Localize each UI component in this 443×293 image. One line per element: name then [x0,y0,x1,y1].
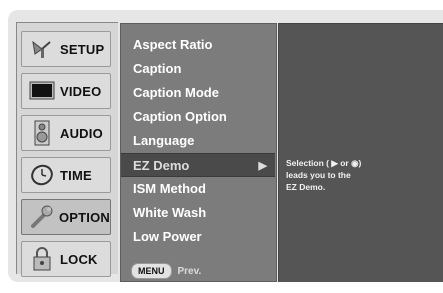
submenu-item-white-wash[interactable]: White Wash [121,201,276,225]
info-line-1: Selection ( ▶ or ◉) [286,158,362,168]
submenu-label: Low Power [133,229,202,244]
prev-label: Prev. [177,265,202,277]
arrow-right-icon: ▶ [258,160,267,172]
main-item-label: SETUP [60,41,105,57]
main-item-setup[interactable]: SETUP [21,31,111,67]
info-text: Selection ( ▶ or ◉) leads you to the EZ … [286,157,436,193]
submenu-item-ism-method[interactable]: ISM Method [121,177,276,201]
main-item-label: LOCK [60,251,98,267]
submenu-label: Caption Option [133,109,227,124]
antenna-icon [28,37,56,61]
main-item-option[interactable]: OPTION [21,199,111,235]
menu-key-button[interactable]: MENU [131,263,172,279]
submenu-panel: Aspect Ratio Caption Caption Mode Captio… [120,23,277,282]
submenu-label: Language [133,133,195,148]
main-item-label: TIME [60,167,92,183]
info-line-3: EZ Demo. [286,182,326,192]
info-line-2: leads you to the [286,170,351,180]
submenu-item-low-power[interactable]: Low Power [121,225,276,249]
submenu-item-aspect-ratio[interactable]: Aspect Ratio [121,33,276,57]
submenu-item-caption[interactable]: Caption [121,57,276,81]
main-item-label: VIDEO [60,83,102,99]
submenu-label: Aspect Ratio [133,37,213,52]
submenu-item-language[interactable]: Language [121,129,276,153]
submenu-item-caption-option[interactable]: Caption Option [121,105,276,129]
clock-icon [28,163,56,187]
main-item-time[interactable]: TIME [21,157,111,193]
main-item-audio[interactable]: AUDIO [21,115,111,151]
padlock-icon [28,247,56,271]
main-item-video[interactable]: VIDEO [21,73,111,109]
speaker-icon [28,120,56,146]
submenu-item-caption-mode[interactable]: Caption Mode [121,81,276,105]
submenu-label: White Wash [133,205,207,220]
submenu-label: Caption [133,61,182,76]
info-panel: Selection ( ▶ or ◉) leads you to the EZ … [278,23,443,282]
wrench-icon [28,205,55,229]
submenu-label: ISM Method [133,181,206,196]
submenu-item-ez-demo[interactable]: EZ Demo ▶ [121,153,275,177]
main-item-label: OPTION [58,209,110,225]
submenu-label: Caption Mode [133,85,219,100]
main-item-label: AUDIO [60,125,103,141]
tv-screen-icon [28,79,56,103]
main-menu: SETUP VIDEO AUDIO TIME OPTION LOCK [16,22,118,277]
main-item-lock[interactable]: LOCK [21,241,111,277]
submenu-label: EZ Demo [133,158,190,173]
menu-prev-hint: MENU Prev. [131,263,201,279]
